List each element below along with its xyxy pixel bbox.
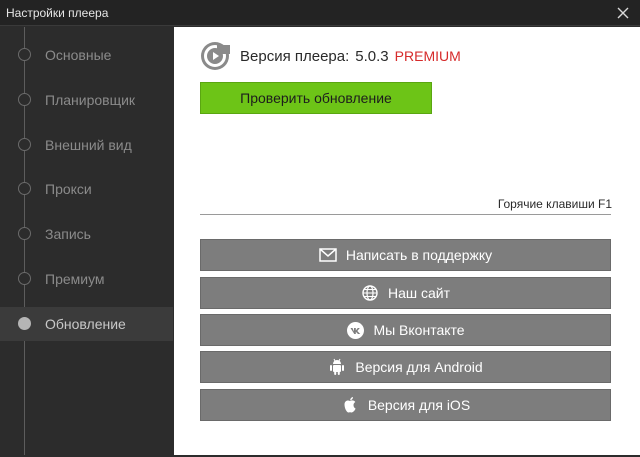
android-icon xyxy=(328,358,346,376)
nav-dot-icon xyxy=(18,272,31,285)
sidebar-item-proxy[interactable]: Прокси xyxy=(0,172,173,206)
settings-sidebar: Основные Планировщик Внешний вид Прокси … xyxy=(0,27,173,455)
close-icon xyxy=(617,7,629,19)
check-update-button[interactable]: Проверить обновление xyxy=(200,82,432,114)
version-label: Версия плеера: xyxy=(240,47,350,65)
sidebar-item-label: Запись xyxy=(45,226,91,242)
envelope-icon xyxy=(319,246,337,264)
title-bar: Настройки плеера xyxy=(0,0,640,26)
version-row: Версия плеера: 5.0.3 PREMIUM xyxy=(200,41,461,71)
sidebar-item-scheduler[interactable]: Планировщик xyxy=(0,83,173,117)
settings-window: Настройки плеера Основные Планировщик Вн… xyxy=(0,0,640,457)
website-button-label: Наш сайт xyxy=(387,285,451,301)
window-title: Настройки плеера xyxy=(6,6,109,20)
hotkeys-hint: Горячие клавиши F1 xyxy=(497,197,612,211)
sidebar-item-label: Планировщик xyxy=(45,92,136,108)
android-button-label: Версия для Android xyxy=(355,359,483,375)
nav-dot-icon xyxy=(18,93,31,106)
sidebar-item-label: Прокси xyxy=(45,181,92,197)
nav-dot-icon xyxy=(18,227,31,240)
nav-dot-icon xyxy=(18,182,31,195)
player-logo-icon xyxy=(201,42,230,70)
android-button[interactable]: Версия для Android xyxy=(200,351,611,383)
globe-icon xyxy=(361,284,379,302)
apple-icon xyxy=(341,396,359,414)
version-number: 5.0.3 xyxy=(355,47,389,65)
sidebar-item-label: Внешний вид xyxy=(45,137,132,153)
premium-badge: PREMIUM xyxy=(394,48,461,64)
update-panel: Версия плеера: 5.0.3 PREMIUM Проверить о… xyxy=(174,27,640,455)
sidebar-item-label: Обновление xyxy=(45,316,126,332)
sidebar-item-general[interactable]: Основные xyxy=(0,38,173,72)
support-button[interactable]: Написать в поддержку xyxy=(200,239,611,271)
ios-button[interactable]: Версия для iOS xyxy=(200,389,611,421)
ios-button-label: Версия для iOS xyxy=(367,397,471,413)
sidebar-item-premium[interactable]: Премиум xyxy=(0,262,173,296)
vk-icon xyxy=(346,321,364,339)
divider xyxy=(200,214,611,215)
close-button[interactable] xyxy=(606,0,640,26)
vk-button[interactable]: Мы Вконтакте xyxy=(200,314,611,346)
sidebar-item-update[interactable]: Обновление xyxy=(0,307,173,341)
support-button-label: Написать в поддержку xyxy=(345,247,493,263)
website-button[interactable]: Наш сайт xyxy=(200,277,611,309)
sidebar-item-appearance[interactable]: Внешний вид xyxy=(0,128,173,162)
sidebar-item-recording[interactable]: Запись xyxy=(0,217,173,251)
nav-dot-icon xyxy=(18,317,31,330)
vk-button-label: Мы Вконтакте xyxy=(373,322,465,338)
sidebar-item-label: Премиум xyxy=(45,271,105,287)
nav-dot-icon xyxy=(18,138,31,151)
sidebar-item-label: Основные xyxy=(45,47,112,63)
nav-dot-icon xyxy=(18,48,31,61)
